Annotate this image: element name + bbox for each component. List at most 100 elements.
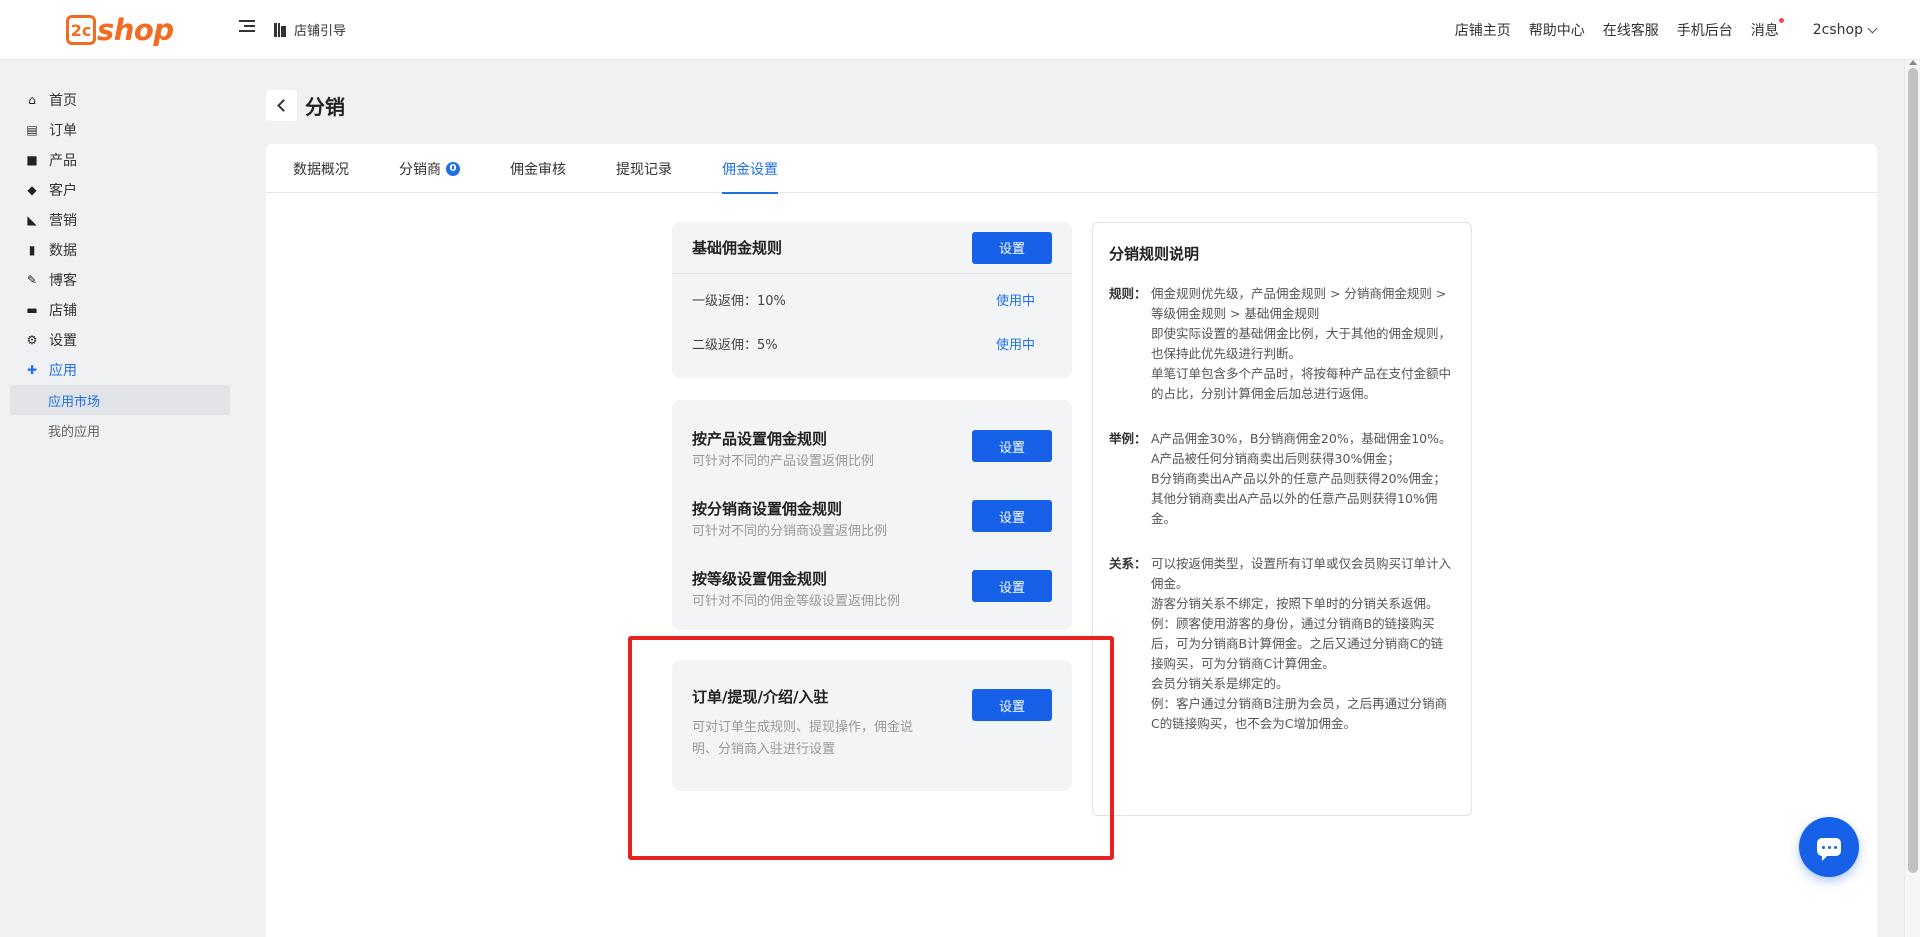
custom-rules-panel: 按产品设置佣金规则 可针对不同的产品设置返佣比例 设置 按分销商设置佣金规则 可… <box>672 400 1072 630</box>
scroll-up-icon[interactable] <box>1909 60 1917 65</box>
tab-distributors[interactable]: 分销商 0 <box>399 144 460 193</box>
page-title: 分销 <box>305 95 345 119</box>
top-links: 店铺主页 帮助中心 在线客服 手机后台 消息 2cshop <box>1455 18 1920 40</box>
order-rule-option: 订单/提现/介绍/入驻 可对订单生成规则、提现操作，佣金说明、分销商入驻进行设置… <box>692 686 1052 761</box>
sidebar-item-label: 设置 <box>49 333 77 349</box>
help-line: A产品被任何分销商卖出后则获得30%佣金； <box>1151 451 1400 466</box>
sidebar-item-store[interactable]: ▬ 店铺 <box>0 295 240 325</box>
user-menu[interactable]: 2cshop <box>1812 22 1878 38</box>
book-icon <box>274 22 287 37</box>
tab-bar: 数据概况 分销商 0 佣金审核 提现记录 佣金设置 <box>266 144 1877 194</box>
basic-rule-panel: 基础佣金规则 设置 一级返佣：10% 使用中 二级返佣：5% 使用中 <box>672 222 1072 378</box>
level-rule-settings-button[interactable]: 设置 <box>972 570 1052 602</box>
tab-commission-review[interactable]: 佣金审核 <box>510 144 566 193</box>
sidebar-item-label: 首页 <box>49 93 77 109</box>
store-icon: ▬ <box>26 303 38 317</box>
sidebar-item-label: 数据 <box>49 243 77 259</box>
count-badge: 0 <box>446 161 460 176</box>
distributor-rule-desc: 可针对不同的分销商设置返佣比例 <box>692 524 888 539</box>
chart-icon: ▮ <box>28 243 36 257</box>
sidebar-item-label: 营销 <box>49 213 77 229</box>
sidebar-item-data[interactable]: ▮ 数据 <box>0 235 240 265</box>
sidebar-subitem-my-apps[interactable]: 我的应用 <box>10 415 230 445</box>
main-card: 数据概况 分销商 0 佣金审核 提现记录 佣金设置 基础佣金规则 设置 一级返佣：… <box>266 144 1877 937</box>
distributor-rule-settings-button[interactable]: 设置 <box>972 500 1052 532</box>
sidebar-item-home[interactable]: ⌂ 首页 <box>0 85 240 115</box>
back-button[interactable] <box>266 90 297 121</box>
unread-dot <box>1778 18 1784 23</box>
sidebar-item-orders[interactable]: ▤ 订单 <box>0 115 240 145</box>
scrollbar-thumb[interactable] <box>1908 68 1918 873</box>
help-line: B分销商卖出A产品以外的任意产品则获得20%佣金； <box>1151 471 1446 486</box>
help-line: 其他分销商卖出A产品以外的任意产品则获得10%佣金。 <box>1151 491 1438 526</box>
tab-withdrawals[interactable]: 提现记录 <box>616 144 672 193</box>
product-rule-option: 按产品设置佣金规则 可针对不同的产品设置返佣比例 设置 <box>692 428 1052 473</box>
product-rule-title: 按产品设置佣金规则 <box>692 430 828 448</box>
rule-level-2-label: 二级返佣：5% <box>692 337 778 353</box>
product-rule-desc: 可针对不同的产品设置返佣比例 <box>692 454 875 469</box>
help-line: 会员分销关系是绑定的。 <box>1151 676 1289 691</box>
store-guide-link[interactable]: 店铺引导 <box>274 20 346 39</box>
chevron-left-icon <box>277 99 290 112</box>
sidebar-item-settings[interactable]: ⚙ 设置 <box>0 325 240 355</box>
tab-label: 分销商 <box>399 161 441 178</box>
sidebar-item-blog[interactable]: ✎ 博客 <box>0 265 240 295</box>
help-line: 游客分销关系不绑定，按照下单时的分销关系返佣。 <box>1151 596 1439 611</box>
help-line: A产品佣金30%，B分销商佣金20%，基础佣金10%。 <box>1151 431 1452 446</box>
help-line: 佣金规则优先级，产品佣金规则 > 分销商佣金规则 > 等级佣金规则 > 基础佣金… <box>1151 286 1447 321</box>
online-service-link[interactable]: 在线客服 <box>1603 20 1659 40</box>
sidebar-item-label: 应用 <box>49 363 77 379</box>
status-in-use[interactable]: 使用中 <box>996 290 1035 309</box>
tab-overview[interactable]: 数据概况 <box>293 144 349 193</box>
rule-row: 一级返佣：10% 使用中 <box>672 277 1072 321</box>
product-rule-settings-button[interactable]: 设置 <box>972 430 1052 462</box>
tab-label: 佣金设置 <box>722 161 778 178</box>
page-scrollbar[interactable] <box>1904 60 1920 937</box>
basic-rule-title: 基础佣金规则 <box>692 239 783 257</box>
gem-icon: ◆ <box>27 183 37 197</box>
help-center-link[interactable]: 帮助中心 <box>1529 20 1585 40</box>
messages-link[interactable]: 消息 <box>1751 18 1784 40</box>
sidebar-item-apps[interactable]: ✚ 应用 <box>0 355 240 385</box>
help-label: 规则： <box>1109 286 1147 301</box>
help-line: 例：顾客使用游客的身份，通过分销商B的链接购买后，可为分销商B计算佣金。之后又通… <box>1151 616 1444 671</box>
sidebar: ⌂ 首页 ▤ 订单 ■ 产品 ◆ 客户 ◣ 营销 ▮ 数据 ✎ 博客 ▬ 店铺 ⚙ 设置 ✚ 应用 … <box>0 60 240 937</box>
user-name: 2cshop <box>1812 22 1863 38</box>
sidebar-item-customers[interactable]: ◆ 客户 <box>0 175 240 205</box>
sidebar-item-marketing[interactable]: ◣ 营销 <box>0 205 240 235</box>
logo-text: shop <box>97 13 174 47</box>
basic-rule-settings-button[interactable]: 设置 <box>972 231 1052 264</box>
sidebar-subitem-app-market[interactable]: 应用市场 <box>10 385 230 415</box>
status-in-use[interactable]: 使用中 <box>996 334 1035 353</box>
bag-icon: ■ <box>26 153 38 167</box>
order-rule-settings-button[interactable]: 设置 <box>972 689 1052 721</box>
chevron-down-icon <box>1867 23 1878 33</box>
help-label: 关系： <box>1109 556 1147 571</box>
order-rule-panel: 订单/提现/介绍/入驻 可对订单生成规则、提现操作，佣金说明、分销商入驻进行设置… <box>672 660 1072 791</box>
store-guide-label: 店铺引导 <box>294 24 347 39</box>
gear-icon: ⚙ <box>26 333 38 347</box>
help-line: 单笔订单包含多个产品时，将按每种产品在支付金额中的占比，分别计算佣金后加总进行返… <box>1151 366 1452 401</box>
help-title: 分销规则说明 <box>1109 245 1200 263</box>
sidebar-item-products[interactable]: ■ 产品 <box>0 145 240 175</box>
logo[interactable]: 2c shop <box>66 10 174 50</box>
tab-commission-settings[interactable]: 佣金设置 <box>722 144 778 194</box>
level-rule-title: 按等级设置佣金规则 <box>692 570 828 588</box>
tab-label: 佣金审核 <box>510 161 566 178</box>
puzzle-icon: ✚ <box>26 363 38 377</box>
rule-level-1-label: 一级返佣：10% <box>692 293 786 309</box>
mobile-admin-link[interactable]: 手机后台 <box>1677 20 1733 40</box>
level-rule-desc: 可针对不同的佣金等级设置返佣比例 <box>692 594 901 609</box>
rules-help-panel: 分销规则说明 规则： 佣金规则优先级，产品佣金规则 > 分销商佣金规则 > 等级… <box>1092 222 1472 816</box>
help-line: 可以按返佣类型，设置所有订单或仅会员购买订单计入佣金。 <box>1151 556 1452 591</box>
order-icon: ▤ <box>26 123 38 137</box>
distributor-rule-option: 按分销商设置佣金规则 可针对不同的分销商设置返佣比例 设置 <box>692 498 1052 543</box>
menu-toggle-icon[interactable] <box>239 20 255 36</box>
chat-button[interactable] <box>1799 817 1859 877</box>
sidebar-item-label: 订单 <box>49 123 77 139</box>
level-rule-option: 按等级设置佣金规则 可针对不同的佣金等级设置返佣比例 设置 <box>692 568 1052 613</box>
tag-icon: ◣ <box>27 213 37 227</box>
store-home-link[interactable]: 店铺主页 <box>1455 20 1511 40</box>
chat-bubble-icon <box>1817 838 1841 861</box>
rule-row: 二级返佣：5% 使用中 <box>672 321 1072 365</box>
